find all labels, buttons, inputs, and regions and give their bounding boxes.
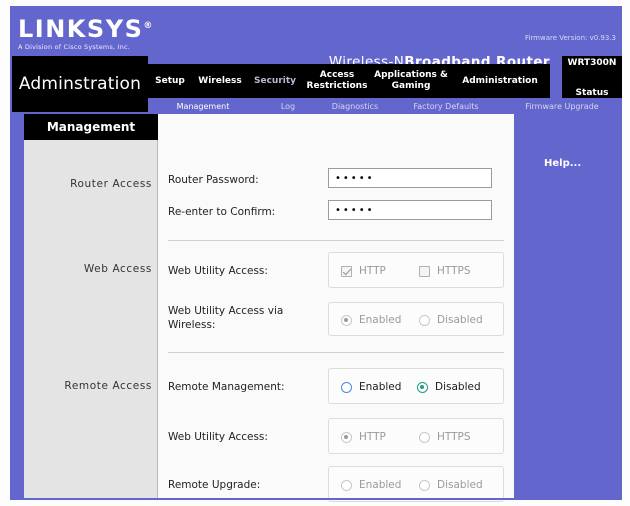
remote-upgrade-label: Remote Upgrade: [168,479,261,491]
divider-web-access [168,352,504,353]
row-router-password: Router Password: ••••• [158,168,514,194]
row-remote-upgrade: Remote Upgrade: Enabled Disabled [158,466,514,502]
logo-wordmark: LINKSYS® [18,14,168,41]
confirm-password-label: Re-enter to Confirm: [168,206,276,218]
tab-setup[interactable]: Setup [148,64,192,98]
web-utility-wireless-enabled-option[interactable]: Enabled [341,314,401,326]
router-password-input[interactable]: ••••• [328,168,492,188]
page-section-title: Adminstration [12,56,148,112]
remote-management-group: Enabled Disabled [328,368,504,404]
web-utility-wireless-group: Enabled Disabled [328,302,504,336]
linksys-logo: LINKSYS® A Division of Cisco Systems, In… [18,14,168,51]
web-utility-https-label: HTTPS [437,265,471,277]
remote-upgrade-disabled-option[interactable]: Disabled [419,479,483,491]
subtab-log[interactable]: Log [268,98,308,114]
tab-wireless[interactable]: Wireless [192,64,248,98]
web-utility-wireless-label: Web Utility Access via Wireless: [168,305,284,331]
web-utility-access-group: HTTP HTTPS [328,252,504,288]
page-title: Management [24,114,158,140]
confirm-password-input[interactable]: ••••• [328,200,492,220]
section-sidebar: Router Access Web Access Remote Access [24,140,158,498]
web-utility-https-option[interactable]: HTTPS [419,265,471,277]
web-utility-http-label: HTTP [359,265,386,277]
checkbox-unchecked-icon[interactable] [419,265,430,277]
row-web-utility-access: Web Utility Access: HTTP HTTPS [158,252,514,288]
remote-web-utility-http-label: HTTP [359,431,386,443]
sidebar-item-web-access: Web Access [83,263,152,275]
subtab-factory-defaults[interactable]: Factory Defaults [398,98,494,114]
tab-security[interactable]: Security [248,64,302,98]
frame-bottom-strip [12,498,620,500]
logo-name: LINKSYS [18,15,144,43]
remote-management-enabled-label: Enabled [359,381,402,393]
row-web-utility-wireless: Web Utility Access via Wireless: Enabled… [158,298,514,340]
web-utility-http-option[interactable]: HTTP [341,265,386,277]
settings-form: Router Password: ••••• Re-enter to Confi… [158,140,514,502]
router-password-label: Router Password: [168,174,259,186]
radio-selected-icon[interactable] [341,314,352,326]
remote-web-utility-http-option[interactable]: HTTP [341,431,386,443]
sidebar-item-router-access: Router Access [70,178,152,190]
row-remote-web-utility-access: Web Utility Access: HTTP HTTPS [158,418,514,454]
app-frame: LINKSYS® A Division of Cisco Systems, In… [10,6,622,502]
remote-management-label: Remote Management: [168,381,285,393]
brand-header: LINKSYS® A Division of Cisco Systems, In… [10,6,622,60]
row-confirm-password: Re-enter to Confirm: ••••• [158,200,514,226]
help-link[interactable]: Help... [544,158,581,169]
web-utility-wireless-enabled-label: Enabled [359,314,402,326]
tab-applications-gaming[interactable]: Applications & Gaming [372,64,450,98]
remote-upgrade-enabled-option[interactable]: Enabled [341,479,401,491]
checkbox-checked-icon[interactable] [341,265,352,277]
divider-router-access [168,240,504,241]
firmware-version: Firmware Version: v0.93.3 [524,34,616,42]
remote-web-utility-access-group: HTTP HTTPS [328,418,504,454]
registered-trademark-icon: ® [143,21,153,31]
web-utility-wireless-disabled-label: Disabled [437,314,483,326]
remote-upgrade-group: Enabled Disabled [328,466,504,502]
router-admin-page: LINKSYS® A Division of Cisco Systems, In… [0,0,630,506]
subtab-management[interactable]: Management [160,98,246,114]
remote-management-enabled-option[interactable]: Enabled [341,381,401,393]
radio-unselected-icon[interactable] [341,381,352,393]
content-body: Management Router Access Web Access Remo… [12,114,620,502]
sidebar-item-remote-access: Remote Access [64,380,152,392]
remote-web-utility-access-label: Web Utility Access: [168,431,268,443]
help-panel: Help... [514,114,620,498]
radio-unselected-icon[interactable] [419,479,430,491]
radio-unselected-icon[interactable] [419,431,430,443]
remote-upgrade-enabled-label: Enabled [359,479,402,491]
tab-administration[interactable]: Administration [450,64,550,98]
logo-tagline: A Division of Cisco Systems, Inc. [18,43,131,51]
remote-management-disabled-label: Disabled [435,381,481,393]
main-tabs: Setup Wireless Security Access Restricti… [148,56,622,106]
subtab-firmware-upgrade[interactable]: Firmware Upgrade [508,98,616,114]
remote-web-utility-https-option[interactable]: HTTPS [419,431,471,443]
radio-selected-icon[interactable] [417,381,428,393]
web-utility-wireless-disabled-option[interactable]: Disabled [419,314,483,326]
remote-upgrade-disabled-label: Disabled [437,479,483,491]
subtab-diagnostics[interactable]: Diagnostics [320,98,390,114]
remote-web-utility-https-label: HTTPS [437,431,471,443]
radio-unselected-icon[interactable] [419,314,430,326]
radio-unselected-icon[interactable] [341,479,352,491]
web-utility-access-label: Web Utility Access: [168,265,268,277]
row-remote-management: Remote Management: Enabled Disabled [158,368,514,404]
tab-access-restrictions[interactable]: Access Restrictions [302,64,372,98]
sub-tabs: Management Log Diagnostics Factory Defau… [148,98,622,114]
title-bar-filler [158,114,514,140]
radio-selected-icon[interactable] [341,431,352,443]
remote-management-disabled-option[interactable]: Disabled [417,381,481,393]
